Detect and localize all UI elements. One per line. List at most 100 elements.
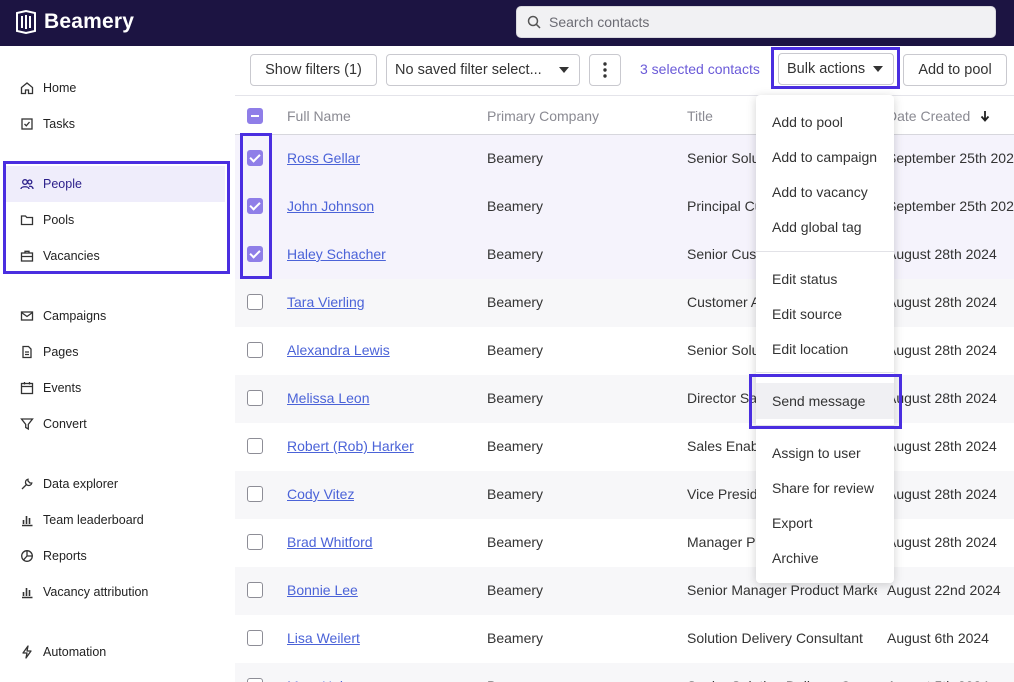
menu-item-share-for-review[interactable]: Share for review (756, 472, 894, 504)
menu-item-assign-to-user[interactable]: Assign to user (756, 437, 894, 469)
sidebar-item-reports[interactable]: Reports (6, 538, 225, 574)
sidebar-item-pages[interactable]: Pages (6, 334, 225, 370)
search-box[interactable] (516, 6, 996, 38)
menu-item-add-global-tag[interactable]: Add global tag (756, 211, 894, 243)
sidebar-item-people[interactable]: People (6, 166, 225, 202)
table-row[interactable]: Melissa Leon Beamery Director Sa August 28t… (235, 375, 1014, 423)
menu-item-edit-source[interactable]: Edit source (756, 298, 894, 330)
row-checkbox[interactable] (247, 294, 263, 310)
contact-name-link[interactable]: Mary Hei (287, 678, 343, 682)
row-checkbox[interactable] (247, 534, 263, 550)
sidebar-item-label: Vacancies (43, 249, 100, 263)
menu-item-add-to-vacancy[interactable]: Add to vacancy (756, 176, 894, 208)
search-input[interactable] (549, 14, 969, 30)
show-filters-button[interactable]: Show filters (1) (250, 54, 377, 86)
sidebar-item-convert[interactable]: Convert (6, 406, 225, 442)
table-row[interactable]: Tara Vierling Beamery Customer A August 28t… (235, 279, 1014, 327)
folder-icon (20, 215, 34, 226)
chevron-down-icon (873, 66, 883, 72)
contact-name-link[interactable]: Haley Schacher (287, 246, 386, 262)
contact-name-link[interactable]: Brad Whitford (287, 534, 373, 550)
table-row[interactable]: Ross Gellar Beamery Senior Solu September 2… (235, 135, 1014, 183)
sidebar-item-label: Vacancy attribution (43, 585, 149, 599)
row-checkbox[interactable] (247, 678, 263, 682)
add-to-pool-button[interactable]: Add to pool (903, 54, 1007, 86)
sidebar-item-events[interactable]: Events (6, 370, 225, 406)
title-cell: Vice Presid (687, 486, 758, 502)
menu-item-edit-status[interactable]: Edit status (756, 263, 894, 295)
sidebar-item-vacancies[interactable]: Vacancies (6, 238, 225, 274)
row-checkbox[interactable] (247, 342, 263, 358)
contact-name-link[interactable]: Alexandra Lewis (287, 342, 390, 358)
calendar-icon (20, 382, 34, 395)
menu-item-add-to-campaign[interactable]: Add to campaign (756, 141, 894, 173)
table-row[interactable]: Mary Hei Beamery Senior Solution Delivery … (235, 663, 1014, 682)
bar-chart-icon (22, 588, 33, 599)
column-header-date-created[interactable]: Date Created (887, 108, 991, 124)
top-bar: Beamery (0, 0, 1014, 46)
contact-name-link[interactable]: Ross Gellar (287, 150, 360, 166)
contact-name-link[interactable]: Melissa Leon (287, 390, 370, 406)
table-row[interactable]: John Johnson Beamery Principal Cu September… (235, 183, 1014, 231)
sidebar-item-data-explorer[interactable]: Data explorer (6, 466, 225, 502)
row-checkbox[interactable] (247, 246, 263, 262)
contact-name-link[interactable]: Robert (Rob) Harker (287, 438, 414, 454)
sidebar-item-automation[interactable]: Automation (6, 634, 225, 670)
row-checkbox[interactable] (247, 582, 263, 598)
row-checkbox[interactable] (247, 486, 263, 502)
sidebar-item-vacancy-attribution[interactable]: Vacancy attribution (6, 574, 225, 610)
primary-company-cell: Beamery (487, 246, 544, 262)
primary-company-cell: Beamery (487, 534, 544, 550)
table-row[interactable]: Haley Schacher Beamery Senior Cust August 2… (235, 231, 1014, 279)
date-created-cell: August 22nd 2024 (887, 582, 1001, 598)
sidebar-item-pools[interactable]: Pools (6, 202, 225, 238)
contact-name-link[interactable]: Lisa Weilert (287, 630, 360, 646)
sidebar-item-home[interactable]: Home (6, 70, 225, 106)
select-all-checkbox[interactable] (247, 108, 263, 124)
table-row[interactable]: Cody Vitez Beamery Vice Presid August 28th … (235, 471, 1014, 519)
home-icon (20, 82, 34, 95)
title-cell: Customer A (687, 294, 761, 310)
menu-item-archive[interactable]: Archive (756, 542, 894, 574)
column-header-full-name[interactable]: Full Name (287, 108, 351, 124)
sidebar-item-team-leaderboard[interactable]: Team leaderboard (6, 502, 225, 538)
primary-company-cell: Beamery (487, 486, 544, 502)
sort-descending-icon (980, 111, 990, 122)
menu-item-edit-location[interactable]: Edit location (756, 333, 894, 365)
primary-company-cell: Beamery (487, 294, 544, 310)
row-checkbox[interactable] (247, 390, 263, 406)
menu-item-send-message[interactable]: Send message (756, 383, 894, 419)
table-row[interactable]: Bonnie Lee Beamery Senior Manager Product … (235, 567, 1014, 615)
more-vertical-icon (603, 62, 607, 78)
saved-filter-select[interactable]: No saved filter select... (386, 54, 580, 86)
date-created-cell: August 28th 2024 (887, 294, 997, 310)
sidebar-item-campaigns[interactable]: Campaigns (6, 298, 225, 334)
row-checkbox[interactable] (247, 150, 263, 166)
table-row[interactable]: Alexandra Lewis Beamery Senior Solu August … (235, 327, 1014, 375)
title-cell: Principal Cu (687, 198, 763, 214)
column-header-primary-company[interactable]: Primary Company (487, 108, 599, 124)
filter-icon (20, 418, 34, 431)
contact-name-link[interactable]: Cody Vitez (287, 486, 354, 502)
bulk-actions-button[interactable]: Bulk actions (778, 53, 894, 85)
row-checkbox[interactable] (247, 438, 263, 454)
menu-item-add-to-pool[interactable]: Add to pool (756, 106, 894, 138)
title-cell: Senior Solu (687, 342, 760, 358)
table-row[interactable]: Lisa Weilert Beamery Solution Delivery Con… (235, 615, 1014, 663)
row-checkbox[interactable] (247, 630, 263, 646)
beamery-logo[interactable]: Beamery (14, 10, 134, 34)
row-checkbox[interactable] (247, 198, 263, 214)
sidebar-item-tasks[interactable]: Tasks (6, 106, 225, 142)
primary-company-cell: Beamery (487, 150, 544, 166)
contact-name-link[interactable]: Bonnie Lee (287, 582, 358, 598)
table-row[interactable]: Brad Whitford Beamery Manager Pr August 28t… (235, 519, 1014, 567)
sidebar-item-label: Team leaderboard (43, 513, 144, 527)
table-row[interactable]: Robert (Rob) Harker Beamery Sales Enab Augu… (235, 423, 1014, 471)
contact-name-link[interactable]: Tara Vierling (287, 294, 365, 310)
contact-name-link[interactable]: John Johnson (287, 198, 374, 214)
sidebar-item-label: People (43, 177, 82, 191)
date-created-cell: August 6th 2024 (887, 630, 989, 646)
column-header-title[interactable]: Title (687, 108, 713, 124)
more-options-button[interactable] (589, 54, 621, 86)
menu-item-export[interactable]: Export (756, 507, 894, 539)
